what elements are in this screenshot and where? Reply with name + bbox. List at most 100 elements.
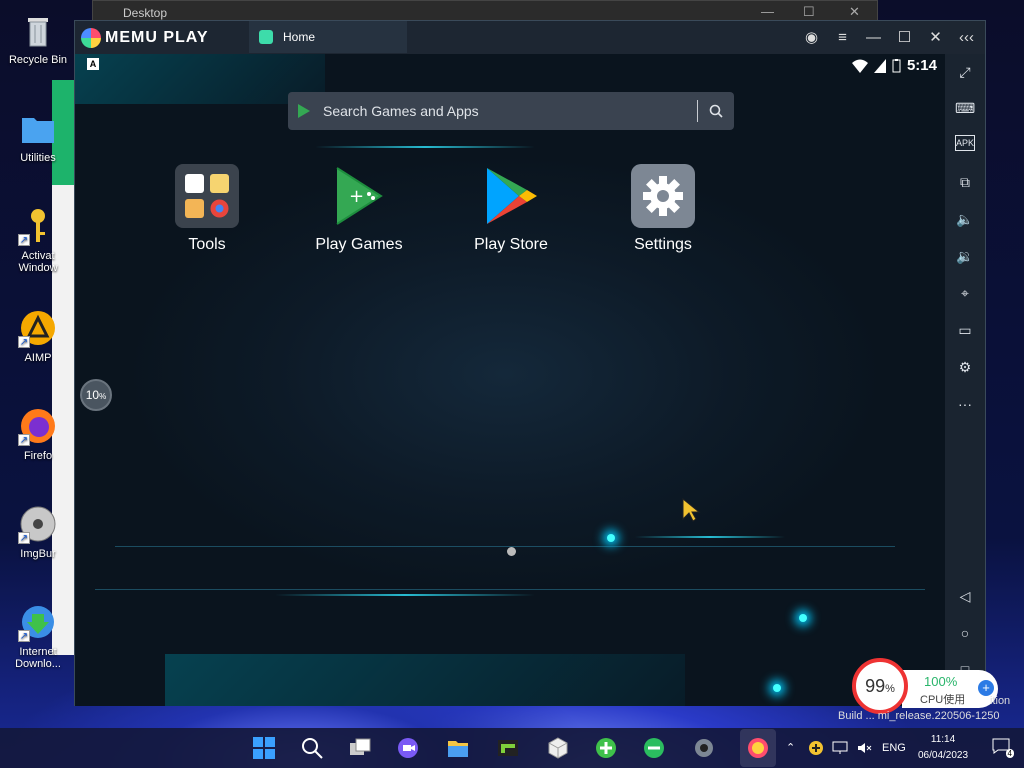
firefox-icon: ↗ — [18, 406, 58, 446]
location-icon[interactable]: ⌖ — [955, 283, 975, 303]
tab-home-label: Home — [283, 30, 316, 44]
desktop-icon-utilities[interactable]: Utilities — [4, 108, 72, 164]
android-status-bar: A 5:14 — [75, 54, 945, 78]
background-window-titlebar[interactable]: Desktop — ☐ ✕ — [92, 0, 878, 22]
page-indicator-dot — [507, 547, 516, 556]
windows-build-text: Build ... mi_release.220506-1250 — [838, 710, 1000, 722]
settings-gear-icon — [631, 164, 695, 228]
settings-gear-icon[interactable] — [692, 736, 716, 760]
desktop-icon-activate-windows[interactable]: ↗ Activat Window — [4, 206, 72, 274]
download-plus-icon[interactable] — [594, 736, 618, 760]
app-settings[interactable]: Settings — [598, 164, 728, 254]
collapse-sidebar-icon[interactable]: ‹‹‹ — [956, 27, 977, 48]
play-store-icon — [479, 164, 543, 228]
volume-muted-icon[interactable] — [856, 740, 872, 756]
keyboard-icon[interactable]: ⌨ — [955, 98, 975, 118]
language-indicator[interactable]: ENG — [882, 742, 906, 754]
meet-video-icon[interactable] — [396, 736, 420, 760]
app-tools[interactable]: Tools — [142, 164, 272, 254]
settings-icon[interactable]: ⚙ — [955, 357, 975, 377]
desktop-icon-label: Recycle Bin — [8, 54, 68, 66]
close-icon[interactable]: ✕ — [849, 4, 860, 20]
folder-icon[interactable]: ▭ — [955, 320, 975, 340]
svg-text:+: + — [349, 186, 364, 207]
loading-progress-unit: % — [99, 392, 107, 401]
search-icon[interactable] — [300, 736, 324, 760]
clock-time: 11:14 — [930, 734, 956, 745]
home-icon[interactable]: ○ — [955, 623, 975, 643]
desktop-icon-label: Firefo — [23, 450, 53, 462]
taskbar-clock[interactable]: 11:14 06/04/2023 — [918, 732, 968, 764]
search-divider — [697, 100, 698, 122]
maximize-icon[interactable]: ☐ — [803, 4, 815, 20]
android-home-screen[interactable]: A 5:14 Search Games and Apps Tools + Pla… — [75, 54, 945, 706]
folder-icon — [18, 108, 58, 148]
minimize-icon[interactable]: — — [863, 27, 884, 48]
battery-icon — [892, 58, 901, 72]
app-label: Play Games — [315, 236, 403, 253]
desktop-icon-firefox[interactable]: ↗ Firefo — [4, 406, 72, 462]
glow-line — [275, 594, 535, 596]
desktop-icon-imgburn[interactable]: ↗ ImgBur — [4, 504, 72, 560]
apk-icon[interactable]: APK — [955, 135, 975, 151]
glow-line — [635, 536, 785, 538]
task-view-icon[interactable] — [348, 736, 372, 760]
account-icon[interactable]: ◉ — [801, 27, 822, 48]
tray-plus-icon[interactable] — [808, 740, 824, 756]
search-bar[interactable]: Search Games and Apps — [288, 92, 734, 130]
app-play-games[interactable]: + Play Games — [294, 164, 424, 254]
volume-down-icon[interactable]: 🔉 — [955, 246, 975, 266]
app-label: Play Store — [474, 236, 548, 253]
tools-folder-icon — [175, 164, 239, 228]
more-icon[interactable]: ··· — [955, 394, 975, 414]
memu-taskbar-button[interactable] — [740, 729, 776, 767]
mouse-cursor-icon — [682, 497, 701, 522]
key-icon: ↗ — [18, 206, 58, 246]
desktop-icon-internet-download-manager[interactable]: ↗ Internet Downlo... — [4, 602, 72, 670]
loading-progress-badge: 10% — [80, 379, 112, 411]
notification-count-badge: 4 — [1005, 749, 1014, 758]
tab-home[interactable]: Home — [249, 21, 407, 53]
edge-browser-icon[interactable] — [642, 736, 666, 760]
memu-titlebar[interactable]: MEMU PLAY Home ◉ ≡ — ☐ ✕ ‹‹‹ — [75, 21, 985, 54]
memu-brand: MEMU PLAY — [105, 29, 209, 46]
desktop-icon-aimp[interactable]: ↗ AIMP — [4, 308, 72, 364]
app-green-icon[interactable] — [496, 736, 520, 760]
app-play-store[interactable]: Play Store — [446, 164, 576, 254]
multi-window-icon[interactable]: ⧉ — [955, 172, 975, 192]
desktop-icon-label: Activat Window — [18, 250, 58, 274]
minimize-icon[interactable]: — — [761, 4, 774, 19]
volume-up-icon[interactable]: 🔈 — [955, 209, 975, 229]
glow-dot — [799, 614, 807, 622]
memu-emulator-window: MEMU PLAY Home ◉ ≡ — ☐ ✕ ‹‹‹ A 5:14 Sear… — [74, 20, 986, 706]
menu-icon[interactable]: ≡ — [832, 27, 853, 48]
glow-dot — [607, 534, 615, 542]
aimp-icon: ↗ — [18, 308, 58, 348]
file-explorer-icon[interactable] — [446, 736, 470, 760]
glow-line — [315, 146, 535, 148]
cpu-percent: 100% — [924, 674, 958, 689]
notification-center-icon[interactable]: 4 — [992, 738, 1014, 758]
maximize-icon[interactable]: ☐ — [894, 27, 915, 48]
app-label: Settings — [634, 236, 692, 253]
shortcut-arrow-icon: ↗ — [18, 234, 30, 246]
cpu-usage-widget[interactable]: 100% CPU使用 + 99% — [852, 658, 998, 714]
close-icon[interactable]: ✕ — [925, 27, 946, 48]
grid-line — [95, 589, 925, 590]
shortcut-arrow-icon: ↗ — [18, 434, 30, 446]
start-windows-icon[interactable] — [252, 736, 276, 760]
shortcut-arrow-icon: ↗ — [18, 630, 30, 642]
add-icon[interactable]: + — [978, 680, 994, 696]
search-icon[interactable] — [708, 103, 724, 119]
network-icon[interactable] — [832, 740, 848, 756]
signal-icon — [873, 58, 886, 73]
cube-app-icon[interactable] — [546, 736, 570, 760]
loading-progress-value: 10 — [85, 388, 100, 402]
taskbar: ⌃ ENG 11:14 06/04/2023 4 — [0, 728, 1024, 768]
fullscreen-icon[interactable]: ⤢ — [955, 62, 975, 82]
app-label: Tools — [188, 236, 226, 253]
desktop-icon-recycle-bin[interactable]: Recycle Bin — [4, 10, 72, 66]
tray-chevron-icon[interactable]: ⌃ — [786, 741, 795, 754]
back-icon[interactable]: ◁ — [955, 586, 975, 606]
memory-usage-circle: 99% — [852, 658, 908, 714]
